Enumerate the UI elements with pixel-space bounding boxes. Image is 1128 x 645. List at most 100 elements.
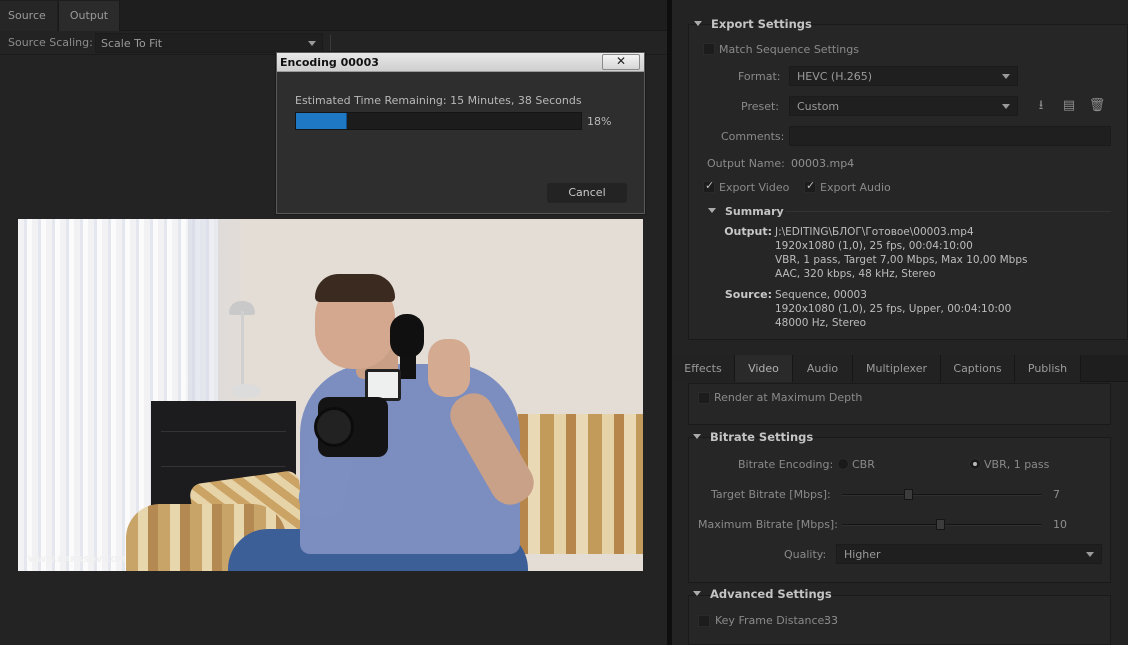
collapse-triangle-icon [693, 591, 701, 596]
encoding-progress-bar [295, 112, 582, 130]
summary-source-sequence: Sequence, 00003 [775, 289, 867, 301]
export-video-checkbox[interactable] [703, 179, 715, 193]
chevron-down-icon [308, 41, 316, 46]
video-preview-frame: WWW.KARASOV.COM [18, 219, 643, 571]
bitrate-encoding-label: Bitrate Encoding: [738, 458, 834, 471]
output-name-label: Output Name: [707, 157, 785, 170]
summary-title: Summary [725, 205, 784, 218]
chevron-down-icon [1086, 552, 1094, 557]
key-frame-distance-checkbox[interactable] [698, 615, 710, 627]
summary-output-bitrate: VBR, 1 pass, Target 7,00 Mbps, Max 10,00… [775, 254, 1028, 266]
preview-tab-bar: Source Output [0, 0, 667, 31]
preset-label: Preset: [741, 100, 780, 113]
summary-header[interactable]: Summary [708, 205, 784, 218]
summary-source-video: 1920x1080 (1,0), 25 fps, Upper, 00:04:10… [775, 303, 1012, 315]
summary-output-label: Output: [724, 225, 772, 238]
dialog-body: Estimated Time Remaining: 15 Minutes, 38… [278, 73, 643, 213]
collapse-triangle-icon [693, 434, 701, 439]
quality-select[interactable]: Higher [836, 544, 1102, 564]
export-video-label: Export Video [719, 181, 790, 194]
lamp-base [231, 384, 261, 398]
match-sequence-label: Match Sequence Settings [719, 43, 859, 56]
preset-select[interactable]: Custom [789, 96, 1018, 116]
close-button[interactable]: ✕ [602, 54, 640, 70]
max-bitrate-slider-handle[interactable] [936, 519, 945, 530]
advanced-settings-title: Advanced Settings [710, 587, 832, 601]
match-sequence-checkbox[interactable] [703, 43, 715, 55]
vbr-1-pass-radio[interactable] [969, 458, 981, 470]
target-bitrate-label: Target Bitrate [Mbps]: [711, 488, 831, 501]
export-audio-checkbox[interactable] [804, 179, 816, 193]
preset-value: Custom [797, 100, 840, 113]
tab-source[interactable]: Source [0, 1, 57, 31]
progress-fill [296, 113, 348, 129]
drawer-line [161, 466, 286, 467]
summary-source-label: Source: [724, 288, 772, 301]
summary-output-lines: J:\EDITING\БЛОГ\Готовое\00003.mp4 1920x1… [775, 225, 1027, 281]
progress-percent: 18% [587, 115, 612, 128]
summary-divider [785, 211, 1111, 212]
drawer-line [161, 431, 286, 432]
tab-publish[interactable]: Publish [1015, 355, 1081, 382]
export-settings-header[interactable]: Export Settings [694, 17, 812, 31]
target-bitrate-slider[interactable] [842, 494, 1042, 496]
lamp-pole [241, 311, 244, 391]
collapse-triangle-icon [694, 21, 702, 26]
max-bitrate-label: Maximum Bitrate [Mbps]: [698, 518, 838, 531]
export-audio-label: Export Audio [820, 181, 891, 194]
settings-tab-bar: Effects Video Audio Multiplexer Captions… [672, 355, 1128, 382]
output-name-link[interactable]: 00003.mp4 [791, 157, 854, 170]
advanced-settings-header[interactable]: Advanced Settings [693, 587, 832, 601]
format-value: HEVC (H.265) [797, 70, 873, 83]
chevron-down-icon [1002, 104, 1010, 109]
key-frame-distance-value[interactable]: 33 [824, 614, 838, 627]
key-frame-distance-label: Key Frame Distance: [715, 614, 829, 627]
quality-label: Quality: [784, 548, 827, 561]
dialog-titlebar[interactable]: Encoding 00003 ✕ [277, 53, 644, 72]
summary-source-audio: 48000 Hz, Stereo [775, 317, 867, 329]
summary-source-lines: Sequence, 00003 1920x1080 (1,0), 25 fps,… [775, 288, 1011, 330]
render-max-depth-checkbox[interactable] [698, 392, 710, 404]
source-scaling-select[interactable]: Scale To Fit [95, 33, 323, 53]
max-bitrate-value[interactable]: 10 [1053, 518, 1067, 531]
summary-output-video: 1920x1080 (1,0), 25 fps, 00:04:10:00 [775, 240, 973, 252]
cancel-button[interactable]: Cancel [547, 183, 627, 203]
render-max-depth-label: Render at Maximum Depth [714, 391, 863, 404]
export-settings-pane: Export Settings Match Sequence Settings … [672, 0, 1128, 645]
quality-value: Higher [844, 548, 881, 561]
bitrate-settings-title: Bitrate Settings [710, 430, 814, 444]
summary-output-audio: AAC, 320 kbps, 48 kHz, Stereo [775, 268, 936, 280]
source-scaling-value: Scale To Fit [101, 37, 163, 50]
tab-captions[interactable]: Captions [941, 355, 1015, 382]
comments-label: Comments: [721, 130, 785, 143]
format-select[interactable]: HEVC (H.265) [789, 66, 1018, 86]
person-hand-graphic [428, 339, 470, 397]
target-bitrate-value[interactable]: 7 [1053, 488, 1060, 501]
collapse-triangle-icon [708, 208, 716, 213]
toolbar-divider [330, 35, 331, 53]
tab-video[interactable]: Video [735, 355, 793, 382]
vbr-1-pass-label: VBR, 1 pass [984, 458, 1050, 471]
save-preset-icon[interactable]: ⭳ [1032, 98, 1050, 114]
estimated-time-text: Estimated Time Remaining: 15 Minutes, 38… [295, 94, 582, 107]
tab-output[interactable]: Output [58, 1, 120, 31]
close-icon: ✕ [615, 54, 627, 68]
import-preset-icon[interactable]: ▤ [1060, 98, 1078, 114]
tab-effects[interactable]: Effects [672, 355, 735, 382]
bitrate-settings-header[interactable]: Bitrate Settings [693, 430, 813, 444]
tab-multiplexer[interactable]: Multiplexer [853, 355, 941, 382]
target-bitrate-slider-handle[interactable] [904, 489, 913, 500]
person-hair-graphic [315, 274, 395, 302]
comments-field[interactable] [789, 126, 1111, 146]
format-label: Format: [738, 70, 781, 83]
camera-lens-graphic [314, 407, 354, 447]
summary-output-path: J:\EDITING\БЛОГ\Готовое\00003.mp4 [775, 226, 974, 238]
cbr-radio[interactable] [837, 458, 849, 470]
tab-audio[interactable]: Audio [793, 355, 853, 382]
chevron-down-icon [1002, 74, 1010, 79]
dialog-title: Encoding 00003 [280, 56, 379, 69]
encoding-dialog: Encoding 00003 ✕ Estimated Time Remainin… [276, 52, 645, 214]
cbr-label: CBR [852, 458, 875, 471]
microphone-graphic [390, 314, 424, 358]
delete-preset-icon[interactable]: 🗑︎ [1088, 98, 1106, 114]
